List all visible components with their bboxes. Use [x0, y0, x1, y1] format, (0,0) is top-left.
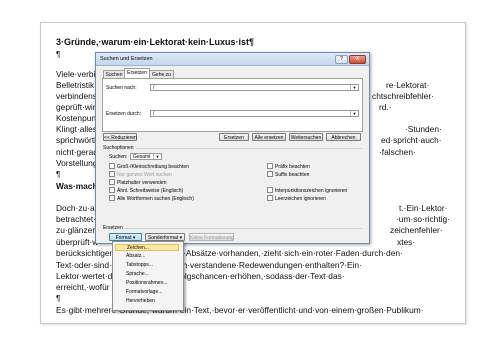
- menu-item-positionsrahmen[interactable]: Positionsrahmen...: [115, 280, 179, 287]
- no-formatting-button[interactable]: Keine Formatierung: [189, 233, 234, 241]
- option-label: Nur ganzes Wort suchen: [117, 172, 172, 178]
- divider: [136, 148, 362, 149]
- text-fragment-left: Vorstellung: [56, 158, 98, 168]
- replace-label: Ersetzen durch:: [106, 111, 142, 117]
- close-button[interactable]: X: [349, 55, 366, 64]
- text-fragment-right: rd.·: [379, 102, 392, 112]
- option-label: Interpunktionszeichen ignorieren: [275, 188, 348, 194]
- text-fragment-left: sprichwörtli: [56, 135, 98, 145]
- option-match-suffix[interactable]: Suffix beachten: [267, 171, 309, 178]
- cancel-button[interactable]: Abbrechen: [326, 133, 361, 141]
- option-all-word-forms[interactable]: Alle Wortformen suchen (Englisch): [109, 195, 194, 202]
- text-fragment-left: betrachtet·b: [56, 214, 101, 224]
- menu-item-hervorheben[interactable]: Hervorheben: [115, 298, 179, 305]
- option-ignore-punctuation[interactable]: Interpunktionszeichen ignorieren: [267, 187, 347, 194]
- search-input[interactable]: / ▼: [150, 84, 359, 91]
- option-label: Suffix beachten: [275, 172, 310, 178]
- menu-item-zeichen[interactable]: Zeichen...: [115, 244, 179, 251]
- checkbox-icon[interactable]: [267, 163, 273, 169]
- reduce-button[interactable]: << Reduzieren: [103, 133, 137, 141]
- option-label: Ähnl. Schreibweise (Englisch): [117, 188, 184, 194]
- text-fragment-right: ·Stunden·: [405, 124, 442, 134]
- dialog-titlebar[interactable]: Suchen und Ersetzen ? X: [96, 53, 369, 66]
- text-fragment-left: Klingt·alles: [56, 124, 97, 134]
- option-wildcards[interactable]: Platzhalter verwenden: [109, 179, 166, 186]
- text-fragment-left: verbindens: [56, 91, 97, 101]
- special-format-button[interactable]: Sonderformat ▾: [145, 233, 185, 241]
- text-fragment-left: Belletristik: [56, 80, 95, 90]
- section-heading: Was·macht: [56, 181, 101, 191]
- option-label: Platzhalter verwenden: [117, 180, 167, 186]
- find-replace-dialog[interactable]: Suchen und Ersetzen ? X Suchen Ersetzen …: [95, 52, 370, 244]
- text-fragment-right: xtes·: [397, 237, 416, 247]
- replace-value: /: [153, 111, 155, 117]
- search-options-title: Suchoptionen: [103, 145, 134, 151]
- replace-panel: Suchen nach: / ▼ Ersetzen durch: / ▼: [102, 78, 363, 132]
- menu-item-sprache[interactable]: Sprache...: [115, 271, 179, 278]
- option-match-case[interactable]: Groß-/Kleinschreibung beachten: [109, 163, 189, 170]
- dialog-title: Suchen und Ersetzen: [100, 56, 153, 62]
- dropdown-arrow-icon[interactable]: ▼: [350, 85, 358, 90]
- option-label: Präfix beachten: [275, 164, 310, 170]
- dropdown-arrow-icon[interactable]: ▼: [350, 111, 358, 116]
- text-fragment-left: Viele·verbin: [56, 69, 101, 79]
- menu-item-tabstopps[interactable]: Tabstopps...: [115, 262, 179, 269]
- replace-button[interactable]: Ersetzen: [219, 133, 249, 141]
- replace-section-title: Ersetzen: [103, 225, 123, 231]
- checkbox-icon[interactable]: [109, 195, 115, 201]
- text-fragment-right: t.·Ein·Lektor·: [399, 203, 448, 213]
- pilcrow: ¶: [56, 49, 61, 59]
- replace-input[interactable]: / ▼: [150, 110, 359, 117]
- option-ignore-whitespace[interactable]: Leerzeichen ignorieren: [267, 195, 326, 202]
- search-direction-select[interactable]: Gesamt ▼: [130, 153, 162, 160]
- text-fragment-right: chtschreibfehler·: [372, 91, 434, 101]
- text-fragment-left: Kostenpunk: [56, 113, 101, 123]
- pilcrow: ¶: [56, 169, 61, 179]
- replace-all-button[interactable]: Alle ersetzen: [252, 133, 286, 141]
- search-value: /: [153, 85, 155, 91]
- document-heading: 3·Gründe,·warum·ein·Lektorat·kein·Luxus·…: [56, 37, 255, 47]
- menu-item-absatz[interactable]: Absatz...: [115, 253, 179, 260]
- text-fragment-right: zeichenfehler·: [390, 225, 443, 235]
- text-fragment-left: überprüft·w: [56, 237, 99, 247]
- text-fragment-right: ·falschen·: [379, 147, 416, 157]
- search-direction-value: Gesamt: [133, 154, 151, 160]
- format-button[interactable]: Format ▾: [109, 233, 142, 241]
- option-label: Alle Wortformen suchen (Englisch): [117, 196, 194, 202]
- option-sounds-like[interactable]: Ähnl. Schreibweise (Englisch): [109, 187, 183, 194]
- help-button[interactable]: ?: [335, 55, 348, 64]
- search-label: Suchen nach:: [106, 85, 137, 91]
- checkbox-icon[interactable]: [267, 187, 273, 193]
- checkbox-icon[interactable]: [109, 179, 115, 185]
- checkbox-icon[interactable]: [267, 195, 273, 201]
- pilcrow: ¶: [56, 293, 61, 303]
- text-fragment-left: geprüft·wird: [56, 102, 101, 112]
- option-whole-word[interactable]: Nur ganzes Wort suchen: [109, 171, 172, 178]
- option-label: Leerzeichen ignorieren: [275, 196, 326, 202]
- option-label: Groß-/Kleinschreibung beachten: [117, 164, 189, 170]
- search-direction-label: Suchen:: [109, 154, 128, 160]
- text-fragment-right: re·Lektorat·: [386, 80, 430, 90]
- checkbox-icon[interactable]: [267, 171, 273, 177]
- text-fragment-right: ·um·so·richtig·: [396, 214, 450, 224]
- checkbox-icon[interactable]: [109, 163, 115, 169]
- checkbox-icon[interactable]: [109, 187, 115, 193]
- menu-item-formatvorlage[interactable]: Formatvorlage...: [115, 289, 179, 296]
- option-match-prefix[interactable]: Präfix beachten: [267, 163, 310, 170]
- checkbox-icon[interactable]: [109, 171, 115, 177]
- dropdown-arrow-icon[interactable]: ▼: [153, 154, 161, 159]
- find-next-button[interactable]: Weitersuchen: [289, 133, 323, 141]
- format-dropdown-menu[interactable]: Zeichen... Absatz... Tabstopps... Sprach…: [112, 241, 184, 311]
- text-fragment-right: ed·spricht·auch·: [381, 135, 442, 145]
- divider: [124, 228, 362, 229]
